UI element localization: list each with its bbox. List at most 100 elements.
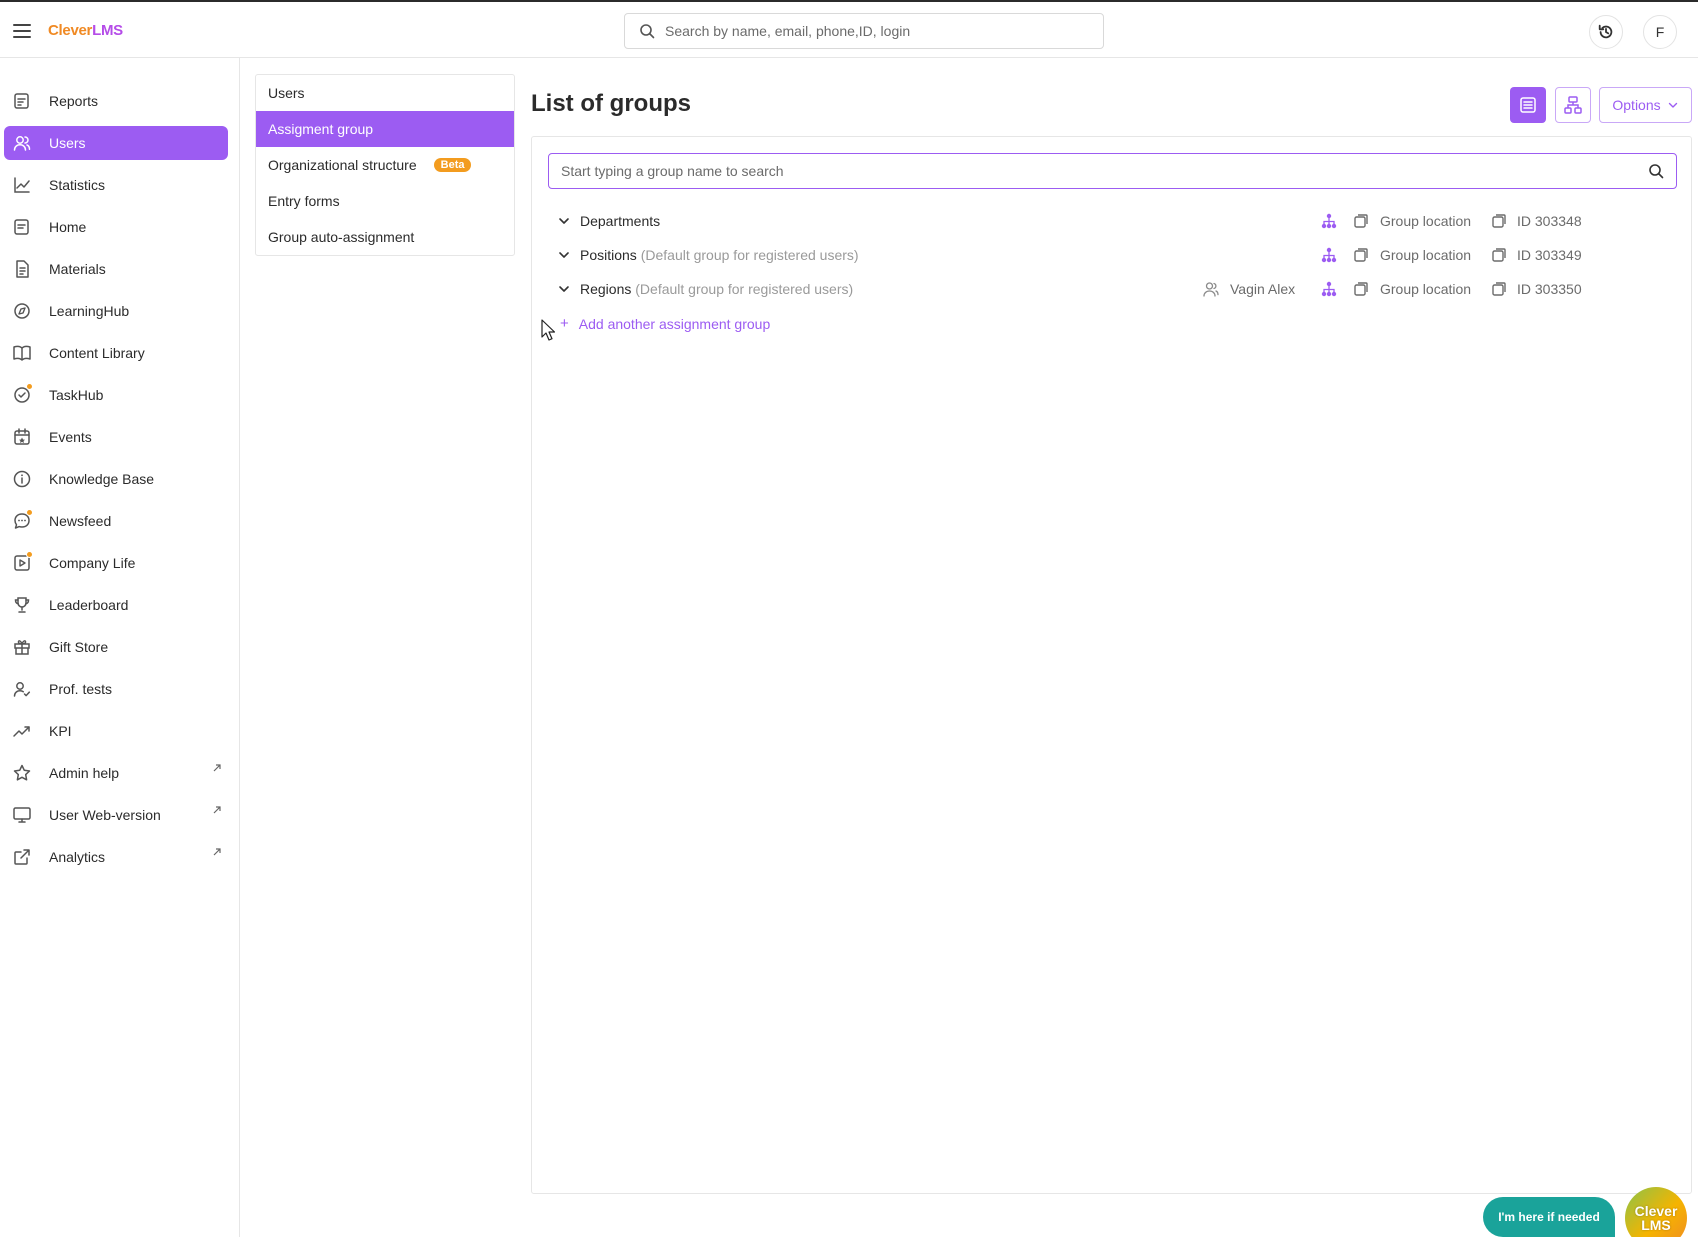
- submenu-item-label: Group auto-assignment: [268, 229, 415, 245]
- global-search[interactable]: [624, 13, 1104, 49]
- list-view-button[interactable]: [1510, 87, 1546, 123]
- page-title: List of groups: [531, 90, 691, 117]
- search-icon[interactable]: [1648, 163, 1664, 179]
- group-name[interactable]: Departments: [580, 213, 660, 229]
- external-arrow-icon: [212, 847, 222, 857]
- group-title: Regions: [580, 281, 632, 297]
- org-structure-icon[interactable]: [1320, 246, 1338, 264]
- group-title: Departments: [580, 213, 661, 229]
- copy-icon[interactable]: [1353, 281, 1369, 297]
- history-button[interactable]: [1589, 15, 1623, 49]
- sidebar-item-label: Company Life: [49, 555, 136, 571]
- group-row[interactable]: Regions (Default group for registered us…: [548, 273, 1677, 305]
- monitor-icon: [12, 805, 32, 825]
- sidebar-item-content-library[interactable]: Content Library: [4, 336, 228, 370]
- reports-icon: [12, 91, 32, 111]
- external-link-icon: [12, 847, 32, 867]
- group-name[interactable]: Regions (Default group for registered us…: [580, 281, 853, 297]
- avatar[interactable]: F: [1643, 15, 1677, 49]
- copy-icon[interactable]: [1491, 247, 1507, 263]
- submenu-item-users[interactable]: Users: [256, 75, 514, 111]
- group-id[interactable]: ID 303349: [1517, 247, 1582, 263]
- group-search-input[interactable]: [561, 163, 1631, 179]
- sidebar-item-admin-help[interactable]: Admin help: [4, 756, 228, 790]
- submenu-item-label: Organizational structure: [268, 157, 417, 173]
- group-row[interactable]: Departments Group location ID 303348: [548, 205, 1677, 237]
- group-id[interactable]: ID 303350: [1517, 281, 1582, 297]
- sidebar-item-users[interactable]: Users: [4, 126, 228, 160]
- submenu-item-assignment-group[interactable]: Assigment group: [256, 111, 514, 147]
- sidebar: Reports Users Statistics Home Materials …: [0, 58, 240, 1237]
- sidebar-item-newsfeed[interactable]: Newsfeed: [4, 504, 228, 538]
- copy-icon[interactable]: [1353, 213, 1369, 229]
- submenu-item-organizational-structure[interactable]: Organizational structure Beta: [256, 147, 514, 183]
- assistant-launcher[interactable]: Clever LMS: [1625, 1187, 1687, 1237]
- submenu-item-entry-forms[interactable]: Entry forms: [256, 183, 514, 219]
- copy-icon[interactable]: [1353, 247, 1369, 263]
- options-button[interactable]: Options: [1599, 87, 1692, 123]
- home-icon: [12, 217, 32, 237]
- chevron-down-icon[interactable]: [557, 214, 571, 228]
- chevron-down-icon: [1667, 99, 1679, 111]
- statistics-icon: [12, 175, 32, 195]
- group-name[interactable]: Positions (Default group for registered …: [580, 247, 859, 263]
- group-location-link[interactable]: Group location: [1380, 281, 1471, 297]
- sidebar-item-knowledge-base[interactable]: Knowledge Base: [4, 462, 228, 496]
- group-note: (Default group for registered users): [635, 281, 854, 297]
- sidebar-item-label: Knowledge Base: [49, 471, 155, 487]
- copy-icon[interactable]: [1491, 281, 1507, 297]
- group-id[interactable]: ID 303348: [1517, 213, 1582, 229]
- learninghub-icon: [12, 301, 32, 321]
- sidebar-item-user-web-version[interactable]: User Web-version: [4, 798, 228, 832]
- sidebar-item-materials[interactable]: Materials: [4, 252, 228, 286]
- sidebar-item-reports[interactable]: Reports: [4, 84, 228, 118]
- group-owner[interactable]: Vagin Alex: [1230, 281, 1295, 297]
- sidebar-item-company-life[interactable]: Company Life: [4, 546, 228, 580]
- global-search-input[interactable]: [665, 23, 1085, 39]
- sidebar-item-leaderboard[interactable]: Leaderboard: [4, 588, 228, 622]
- user-icon: [1202, 280, 1220, 298]
- sidebar-item-label: TaskHub: [49, 387, 104, 403]
- sidebar-item-events[interactable]: Events: [4, 420, 228, 454]
- submenu-item-label: Users: [268, 85, 305, 101]
- help-chat-bubble[interactable]: I'm here if needed: [1483, 1197, 1615, 1237]
- org-structure-icon[interactable]: [1320, 212, 1338, 230]
- logo-part2: LMS: [92, 22, 123, 39]
- group-location-link[interactable]: Group location: [1380, 247, 1471, 263]
- assistant-label-2: LMS: [1641, 1217, 1671, 1233]
- org-structure-icon[interactable]: [1320, 280, 1338, 298]
- group-search[interactable]: [548, 153, 1677, 189]
- users-submenu: Users Assigment group Organizational str…: [255, 74, 515, 256]
- group-location-link[interactable]: Group location: [1380, 213, 1471, 229]
- menu-icon[interactable]: [10, 19, 34, 43]
- group-row[interactable]: Positions (Default group for registered …: [548, 239, 1677, 271]
- history-icon: [1597, 23, 1615, 41]
- sidebar-item-kpi[interactable]: KPI: [4, 714, 228, 748]
- sidebar-item-label: Materials: [49, 261, 106, 277]
- plus-icon: +: [560, 315, 569, 332]
- submenu-item-label: Entry forms: [268, 193, 340, 209]
- logo-part1: Clever: [48, 22, 93, 39]
- sidebar-item-analytics[interactable]: Analytics: [4, 840, 228, 874]
- sidebar-item-prof-tests[interactable]: Prof. tests: [4, 672, 228, 706]
- tree-view-button[interactable]: [1555, 87, 1591, 123]
- sidebar-item-label: Gift Store: [49, 639, 109, 655]
- chevron-down-icon[interactable]: [557, 248, 571, 262]
- sidebar-item-learninghub[interactable]: LearningHub: [4, 294, 228, 328]
- sidebar-item-statistics[interactable]: Statistics: [4, 168, 228, 202]
- sidebar-item-label: Users: [49, 135, 86, 151]
- copy-icon[interactable]: [1491, 213, 1507, 229]
- sidebar-item-gift-store[interactable]: Gift Store: [4, 630, 228, 664]
- sidebar-item-home[interactable]: Home: [4, 210, 228, 244]
- taskhub-icon: [12, 383, 33, 405]
- sidebar-item-label: Leaderboard: [49, 597, 129, 613]
- info-icon: [12, 469, 32, 489]
- top-bar: CleverLMS F: [0, 0, 1698, 58]
- sidebar-item-label: Reports: [49, 93, 99, 109]
- submenu-item-group-auto-assignment[interactable]: Group auto-assignment: [256, 219, 514, 255]
- add-assignment-group-button[interactable]: + Add another assignment group: [560, 315, 770, 332]
- chevron-down-icon[interactable]: [557, 282, 571, 296]
- sidebar-item-taskhub[interactable]: TaskHub: [4, 378, 228, 412]
- logo[interactable]: CleverLMS: [48, 22, 123, 39]
- external-arrow-icon: [212, 763, 222, 773]
